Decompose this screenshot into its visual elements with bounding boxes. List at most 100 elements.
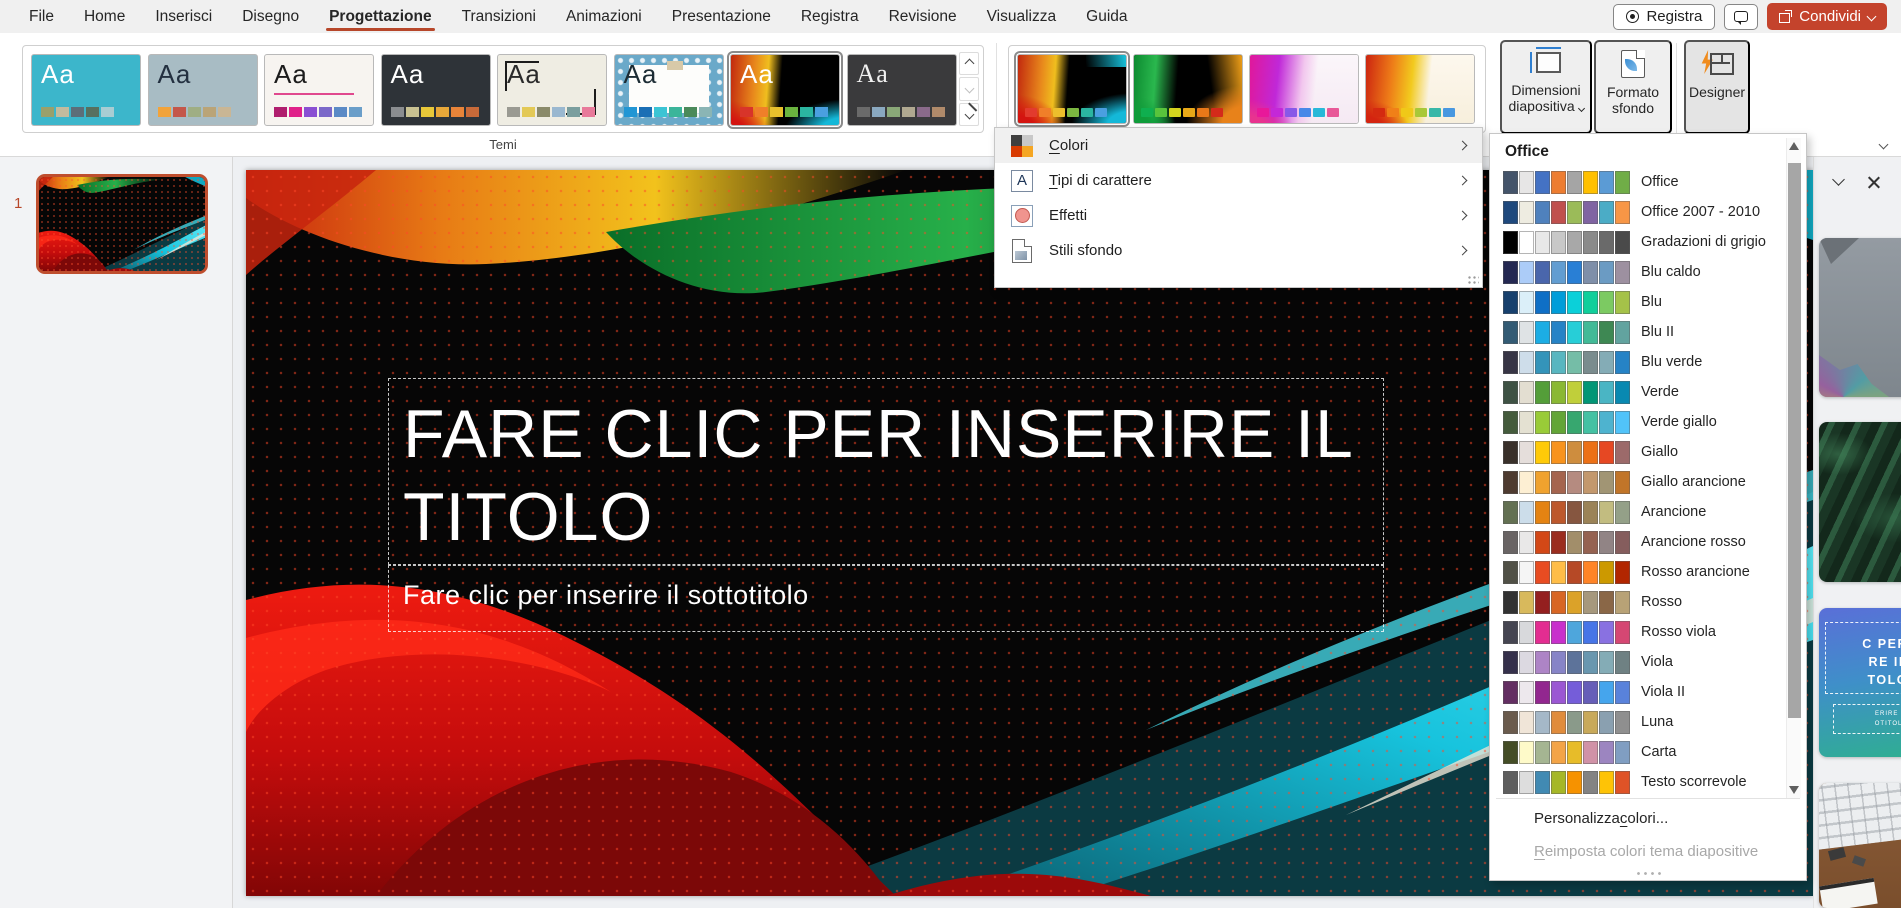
color-scheme-viola-ii[interactable]: Viola II xyxy=(1490,677,1786,707)
color-palette-preview xyxy=(1503,531,1630,554)
color-scheme-arancione-rosso[interactable]: Arancione rosso xyxy=(1490,527,1786,557)
record-button-label: Registra xyxy=(1646,8,1702,25)
color-scheme-blu-ii[interactable]: Blu II xyxy=(1490,317,1786,347)
variant-thumbnail-3[interactable] xyxy=(1249,54,1359,124)
theme-swatch-row xyxy=(158,107,231,117)
share-button[interactable]: Condividi xyxy=(1767,3,1887,30)
themes-gallery: AaAaAaAaAaAaAaAa xyxy=(22,45,984,133)
color-scheme-giallo-arancione[interactable]: Giallo arancione xyxy=(1490,467,1786,497)
theme-thumbnail-7[interactable]: Aa xyxy=(730,54,840,126)
variant-swatch-row xyxy=(1373,108,1455,117)
color-scheme-giallo[interactable]: Giallo xyxy=(1490,437,1786,467)
color-scheme-rosso-viola[interactable]: Rosso viola xyxy=(1490,617,1786,647)
theme-swatch-row xyxy=(624,107,712,117)
slide-1-thumbnail[interactable] xyxy=(36,174,208,274)
tab-presentazione[interactable]: Presentazione xyxy=(657,0,786,33)
tab-progettazione[interactable]: Progettazione xyxy=(314,0,446,33)
collapse-ribbon-chevron[interactable] xyxy=(1879,140,1889,150)
color-scheme-blu[interactable]: Blu xyxy=(1490,287,1786,317)
design-suggestion-card-4[interactable] xyxy=(1819,783,1901,908)
color-scheme-office-2007-2010[interactable]: Office 2007 - 2010 xyxy=(1490,197,1786,227)
theme-thumbnail-1[interactable]: Aa xyxy=(31,54,141,126)
themes-gallery-more-button[interactable] xyxy=(959,103,979,126)
color-scheme-luna[interactable]: Luna xyxy=(1490,707,1786,737)
tab-home[interactable]: Home xyxy=(69,0,140,33)
format-background-label: Formato sfondo xyxy=(1607,84,1659,116)
themes-gallery-scroll xyxy=(959,52,979,126)
color-scheme-rosso-arancione[interactable]: Rosso arancione xyxy=(1490,557,1786,587)
chevron-down-icon[interactable] xyxy=(1832,173,1845,186)
color-scheme-blu-caldo[interactable]: Blu caldo xyxy=(1490,257,1786,287)
comments-button[interactable] xyxy=(1724,4,1758,30)
theme-preview-text: Aa xyxy=(41,59,75,90)
color-scheme-verde[interactable]: Verde xyxy=(1490,377,1786,407)
theme-accent-tag xyxy=(667,61,683,70)
variant-thumbnail-4[interactable] xyxy=(1365,54,1475,124)
menu-item-colori[interactable]: Colori xyxy=(995,128,1482,163)
menu-item-effetti[interactable]: Effetti xyxy=(995,198,1482,233)
theme-thumbnail-3[interactable]: Aa xyxy=(264,54,374,126)
color-palette-preview xyxy=(1503,741,1630,764)
menu-resize-grip[interactable] xyxy=(1467,275,1479,285)
color-palette-preview xyxy=(1503,411,1630,434)
scroll-down-arrow-icon[interactable] xyxy=(1789,786,1799,794)
theme-thumbnail-8[interactable]: Aa xyxy=(847,54,957,126)
theme-thumbnail-4[interactable]: Aa xyxy=(381,54,491,126)
variant-thumbnail-2[interactable] xyxy=(1133,54,1243,124)
fonts-icon: A xyxy=(1009,168,1035,194)
slide-number: 1 xyxy=(14,195,22,212)
menu-item-label: Colori xyxy=(1049,137,1088,154)
color-scheme-blu-verde[interactable]: Blu verde xyxy=(1490,347,1786,377)
theme-preview-text: Aa xyxy=(274,59,308,90)
themes-scroll-down-button[interactable] xyxy=(959,77,979,100)
color-scheme-gradazioni-di-grigio[interactable]: Gradazioni di grigio xyxy=(1490,227,1786,257)
record-button[interactable]: Registra xyxy=(1613,4,1715,30)
theme-thumbnail-5[interactable]: Aa xyxy=(497,54,607,126)
tab-animazioni[interactable]: Animazioni xyxy=(551,0,657,33)
tab-visualizza[interactable]: Visualizza xyxy=(972,0,1072,33)
slide-size-button[interactable]: Dimensioni diapositiva xyxy=(1500,40,1592,134)
colors-submenu-scrollbar[interactable] xyxy=(1786,138,1801,798)
color-scheme-arancione[interactable]: Arancione xyxy=(1490,497,1786,527)
color-scheme-carta[interactable]: Carta xyxy=(1490,737,1786,767)
color-palette-preview xyxy=(1503,381,1630,404)
color-scheme-rosso[interactable]: Rosso xyxy=(1490,587,1786,617)
title-placeholder[interactable]: FARE CLIC PER INSERIRE IL TITOLO xyxy=(388,378,1384,565)
close-icon[interactable] xyxy=(1867,175,1881,189)
color-palette-preview xyxy=(1503,351,1630,374)
color-scheme-label: Rosso xyxy=(1641,594,1682,610)
tab-revisione[interactable]: Revisione xyxy=(874,0,972,33)
color-scheme-verde-giallo[interactable]: Verde giallo xyxy=(1490,407,1786,437)
menu-item-stili-sfondo[interactable]: Stili sfondo xyxy=(995,233,1482,268)
menu-item-personalizza-colori[interactable]: Personalizza colori... xyxy=(1490,802,1806,835)
tab-guida[interactable]: Guida xyxy=(1071,0,1142,33)
color-scheme-office[interactable]: Office xyxy=(1490,167,1786,197)
scrollbar-thumb[interactable] xyxy=(1788,163,1801,718)
format-background-button[interactable]: Formato sfondo xyxy=(1594,40,1672,134)
color-scheme-label: Giallo xyxy=(1641,444,1678,460)
color-scheme-label: Blu caldo xyxy=(1641,264,1701,280)
theme-swatch-row xyxy=(740,107,828,117)
menu-item-tipi-di-carattere[interactable]: ATipi di carattere xyxy=(995,163,1482,198)
subtitle-placeholder[interactable]: Fare clic per inserire il sottotitolo xyxy=(388,565,1384,632)
tab-inserisci[interactable]: Inserisci xyxy=(140,0,227,33)
design-suggestion-card-2[interactable] xyxy=(1819,422,1901,582)
designer-button[interactable]: Designer xyxy=(1684,40,1750,134)
chevron-down-icon xyxy=(1867,12,1877,22)
tab-transizioni[interactable]: Transizioni xyxy=(447,0,551,33)
color-scheme-label: Viola II xyxy=(1641,684,1685,700)
color-scheme-testo-scorrevole[interactable]: Testo scorrevole xyxy=(1490,767,1786,797)
tab-disegno[interactable]: Disegno xyxy=(227,0,314,33)
scroll-up-arrow-icon[interactable] xyxy=(1789,142,1799,150)
theme-preview-text: Aa xyxy=(857,59,889,89)
theme-thumbnail-6[interactable]: Aa xyxy=(614,54,724,126)
design-suggestion-card-1[interactable] xyxy=(1819,238,1901,397)
menu-resize-grip[interactable] xyxy=(1635,871,1661,876)
tab-registra[interactable]: Registra xyxy=(786,0,874,33)
themes-scroll-up-button[interactable] xyxy=(959,52,979,75)
design-suggestion-card-3[interactable]: C PERRE ILTOLOERIRE ILOTITOLO xyxy=(1819,608,1901,757)
variant-thumbnail-1[interactable] xyxy=(1017,54,1127,124)
color-scheme-viola[interactable]: Viola xyxy=(1490,647,1786,677)
tab-file[interactable]: File xyxy=(14,0,69,33)
theme-thumbnail-2[interactable]: Aa xyxy=(148,54,258,126)
